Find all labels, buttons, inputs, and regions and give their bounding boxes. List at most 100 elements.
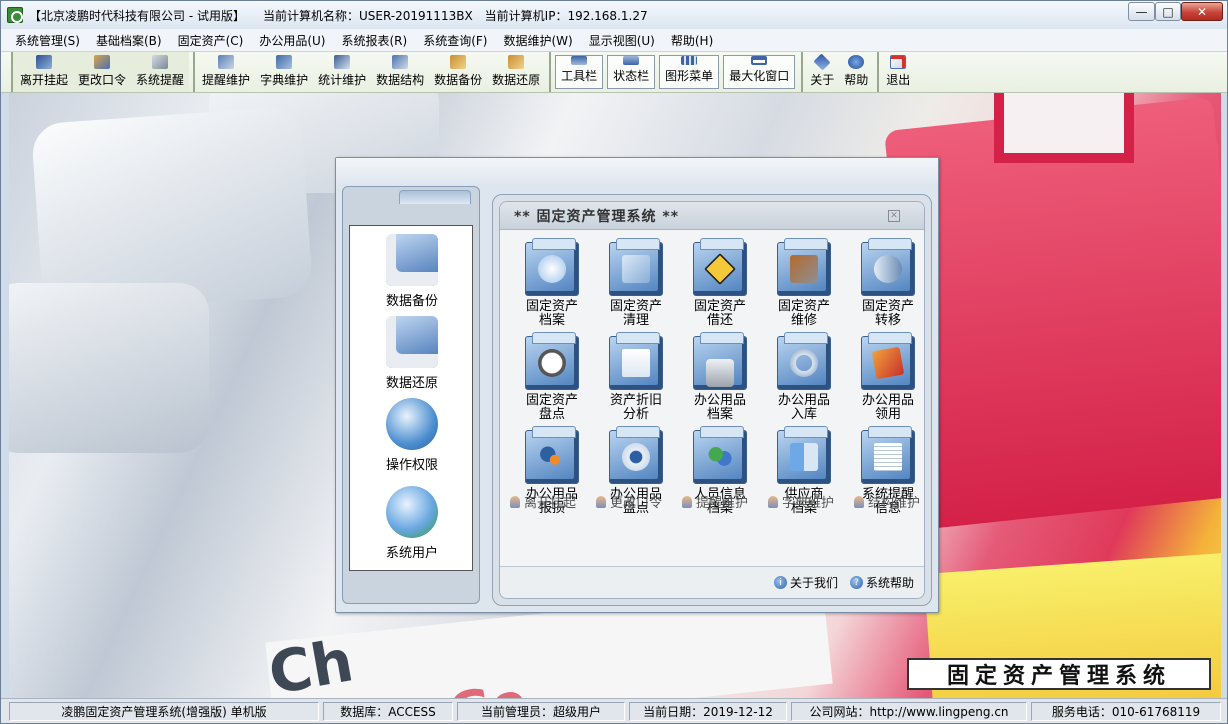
about-icon: i (773, 576, 787, 589)
quick-dictionary-maintain[interactable]: 字典维护 (767, 492, 834, 511)
menu-reports[interactable]: 系统报表(R) (334, 32, 416, 49)
quick-change-password[interactable]: 更改口令 (595, 492, 662, 511)
toolbar-reminder-maintain-button[interactable]: 提醒维护 (197, 52, 255, 92)
tools-icon (36, 55, 52, 69)
about-icon (813, 53, 831, 71)
toolbar-label: 状态栏 (613, 69, 650, 83)
function-label: 资产折旧 分析 (609, 393, 662, 422)
panel-header (336, 158, 938, 184)
menu-fixed-assets[interactable]: 固定资产(C) (170, 32, 252, 49)
left-shortcut-list: 数据备份 数据还原 操作权限 系统用户 (349, 225, 473, 571)
toolbar-graphic-menu-toggle[interactable]: 图形菜单 (659, 55, 720, 89)
minimize-button[interactable]: — (1128, 2, 1155, 21)
links-icon (777, 332, 831, 390)
menu-system[interactable]: 系统管理(S) (7, 32, 88, 49)
func-asset-records[interactable]: 固定资产 档案 (510, 238, 594, 328)
user-icon (681, 495, 692, 508)
toolbar-label: 统计维护 (318, 73, 367, 87)
chart-icon (334, 55, 351, 69)
shortcut-label: 操作权限 (385, 458, 438, 473)
menu-help[interactable]: 帮助(H) (663, 32, 721, 49)
func-asset-transfer[interactable]: 固定资产 转移 (846, 238, 924, 328)
func-supplies-stock-in[interactable]: 办公用品 入库 (762, 332, 846, 422)
database-restore-icon (508, 55, 525, 69)
system-help-link[interactable]: ? 系统帮助 (849, 574, 914, 591)
toolbar-suspend-button[interactable]: 离开挂起 (15, 52, 73, 92)
footer-label: 系统帮助 (865, 576, 914, 590)
toolbar-about-button[interactable]: 关于 (805, 52, 839, 92)
footer-label: 关于我们 (789, 576, 838, 590)
app-store-icon (861, 332, 915, 390)
func-supplies-records[interactable]: 办公用品 档案 (678, 332, 762, 422)
app-window: 【北京凌鹏时代科技有限公司 - 试用版】 当前计算机名称：USER-201911… (0, 0, 1228, 724)
close-button[interactable]: ✕ (1181, 2, 1223, 21)
menu-query[interactable]: 系统查询(F) (415, 32, 495, 49)
toolbar-label: 离开挂起 (20, 73, 69, 87)
func-depreciation-analysis[interactable]: 资产折旧 分析 (594, 332, 678, 422)
toolbar-backup-button[interactable]: 数据备份 (429, 52, 487, 92)
toolbar-restore-button[interactable]: 数据还原 (487, 52, 545, 92)
quick-structure-maintain[interactable]: 结构维护 (853, 492, 920, 511)
shortcut-restore[interactable]: 数据还原 (350, 316, 474, 391)
toolbar-exit-button[interactable]: 退出 (881, 52, 915, 92)
background-red-square (994, 93, 1134, 163)
status-date: 当前日期：2019-12-12 (629, 701, 787, 721)
toolbar-reminder-button[interactable]: 系统提醒 (131, 52, 189, 92)
users-finder-icon (386, 486, 438, 538)
menu-basic-records[interactable]: 基础档案(B) (88, 32, 170, 49)
toolbar-data-structure-button[interactable]: 数据结构 (371, 52, 429, 92)
asset-records-icon (525, 238, 579, 296)
toolbar-statistics-button[interactable]: 统计维护 (313, 52, 371, 92)
shortcut-system-users[interactable]: 系统用户 (350, 486, 474, 561)
toolbar-label: 工具栏 (561, 69, 598, 83)
function-label: 固定资产 档案 (525, 299, 578, 328)
func-asset-lending[interactable]: 固定资产 借还 (678, 238, 762, 328)
shortcut-label: 数据还原 (385, 376, 438, 391)
toolbar-help-button[interactable]: 帮助 (839, 52, 873, 92)
stopwatch-icon (525, 332, 579, 390)
permissions-folder-icon (386, 398, 438, 450)
toolbar-label: 帮助 (844, 73, 869, 87)
status-phone: 服务电话：010-61768119 (1031, 701, 1221, 721)
people-icon (693, 426, 747, 484)
window-title-machine: 当前计算机名称：USER-20191113BX (262, 8, 473, 23)
toolbar-maximize-toggle[interactable]: 最大化窗口 (723, 55, 796, 89)
quick-label: 提醒维护 (695, 496, 748, 511)
status-website: 公司网站：http://www.lingpeng.cn (791, 701, 1027, 721)
menu-data-maintenance[interactable]: 数据维护(W) (495, 32, 580, 49)
reminder-icon (152, 55, 169, 69)
user-icon (595, 495, 606, 508)
status-admin: 当前管理员：超级用户 (457, 701, 625, 721)
menu-office-supplies[interactable]: 办公用品(U) (251, 32, 333, 49)
function-label: 办公用品 领用 (861, 393, 914, 422)
function-panel-frame: ** 固定资产管理系统 ** ✕ 固定资产 档案 固定资产 清理 固定资产 借还… (492, 194, 932, 606)
menu-view[interactable]: 显示视图(U) (581, 32, 663, 49)
toolbar-statusbar-toggle[interactable]: 状态栏 (607, 55, 656, 89)
panel-close-icon[interactable]: ✕ (888, 210, 900, 222)
toolbar-toolbar-toggle[interactable]: 工具栏 (555, 55, 604, 89)
toolbar: 离开挂起 更改口令 系统提醒 提醒维护 字典维护 统计维护 数据结构 数据备份 … (1, 52, 1227, 93)
maximize-window-icon (751, 56, 768, 65)
user-icon (853, 495, 864, 508)
func-supplies-requisition[interactable]: 办公用品 领用 (846, 332, 924, 422)
molecule-icon (525, 426, 579, 484)
shortcut-backup[interactable]: 数据备份 (350, 234, 474, 309)
func-asset-repair[interactable]: 固定资产 维修 (762, 238, 846, 328)
quick-suspend[interactable]: 离开挂起 (510, 492, 576, 511)
func-asset-inventory[interactable]: 固定资产 盘点 (510, 332, 594, 422)
toolbar-dictionary-button[interactable]: 字典维护 (255, 52, 313, 92)
status-bar: 凌鹏固定资产管理系统(增强版) 单机版 数据库：ACCESS 当前管理员：超级用… (1, 698, 1227, 723)
function-label: 固定资产 清理 (609, 299, 662, 328)
shortcut-label: 系统用户 (385, 546, 438, 561)
toolbar-label: 数据结构 (376, 73, 425, 87)
product-brand-banner: 固定资产管理系统 (907, 658, 1211, 690)
toolbar-group-view: 工具栏 状态栏 图形菜单 最大化窗口 (549, 52, 797, 92)
toolbar-change-password-button[interactable]: 更改口令 (73, 52, 131, 92)
shortcut-permissions[interactable]: 操作权限 (350, 398, 474, 473)
quick-reminder-maintain[interactable]: 提醒维护 (681, 492, 748, 511)
maximize-button[interactable]: □ (1155, 2, 1181, 21)
backup-folder-icon (386, 234, 438, 286)
func-asset-disposal[interactable]: 固定资产 清理 (594, 238, 678, 328)
title-bar: 【北京凌鹏时代科技有限公司 - 试用版】 当前计算机名称：USER-201911… (1, 1, 1227, 29)
about-us-link[interactable]: i 关于我们 (773, 574, 838, 591)
